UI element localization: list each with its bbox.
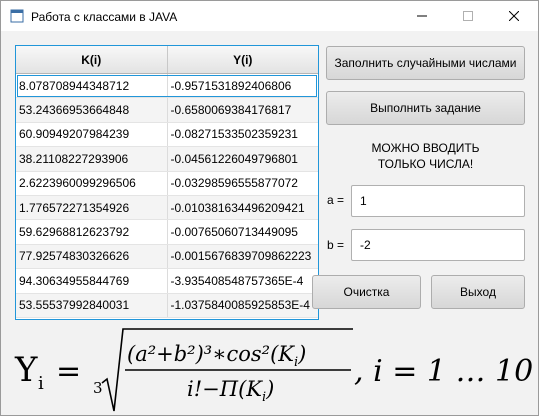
minimize-icon bbox=[417, 15, 427, 17]
cell-k[interactable]: 1.776572271354926 bbox=[16, 196, 167, 219]
cell-y[interactable]: -0.03298596555877072 bbox=[166, 171, 319, 195]
cell-k[interactable]: 59.62968812623792 bbox=[16, 220, 167, 243]
a-label: a = bbox=[327, 193, 345, 207]
cell-y[interactable]: -0.6580069384176817 bbox=[166, 98, 319, 122]
exit-button[interactable]: Выход bbox=[431, 275, 525, 309]
table-row[interactable]: 1.776572271354926 -0.010381634496209421 bbox=[16, 195, 319, 221]
cell-y[interactable]: -0.9571531892406806 bbox=[166, 74, 319, 98]
clear-button[interactable]: Очистка bbox=[312, 275, 421, 309]
table-row[interactable]: 53.24366953664848 -0.6580069384176817 bbox=[16, 98, 319, 123]
cell-y[interactable]: -3.935408548757365E-4 bbox=[166, 269, 319, 293]
cell-k[interactable]: 60.90949207984239 bbox=[16, 123, 167, 146]
formula-range: , i = 1 … 10 bbox=[354, 354, 533, 389]
table-row[interactable]: 77.92574830326626 -0.0015676839709862223 bbox=[16, 244, 319, 270]
maximize-icon bbox=[463, 11, 473, 21]
column-header-k[interactable]: K(i) bbox=[16, 46, 167, 73]
a-input[interactable]: 1 bbox=[351, 185, 525, 217]
fill-random-button[interactable]: Заполнить случайными числами bbox=[326, 46, 525, 80]
cell-k[interactable]: 2.6223960099296506 bbox=[16, 172, 167, 195]
cell-k[interactable]: 8.078708944348712 bbox=[16, 74, 167, 97]
cell-y[interactable]: -0.0015676839709862223 bbox=[166, 244, 319, 269]
formula-denominator: i!−Π(Ki) bbox=[187, 377, 274, 405]
notice-line-2: ТОЛЬКО ЧИСЛА! bbox=[377, 157, 474, 171]
cell-k[interactable]: 53.24366953664848 bbox=[16, 98, 167, 121]
app-window: Работа с классами в JAVA K(i) Y(i) 8.078… bbox=[0, 0, 539, 416]
notice-line-1: МОЖНО ВВОДИТЬ bbox=[371, 141, 480, 155]
cell-y[interactable]: -1.0375840085925853E-4 bbox=[166, 293, 319, 317]
formula-lhs-sub: i bbox=[38, 373, 44, 394]
formula-root-index: 3 bbox=[93, 379, 103, 397]
close-button[interactable] bbox=[491, 1, 537, 31]
formula-equals: = bbox=[56, 354, 81, 389]
title-bar[interactable]: Работа с классами в JAVA bbox=[1, 1, 538, 31]
numbers-only-notice: МОЖНО ВВОДИТЬ ТОЛЬКО ЧИСЛА! bbox=[326, 140, 525, 172]
run-task-button[interactable]: Выполнить задание bbox=[326, 91, 525, 125]
column-header-y[interactable]: Y(i) bbox=[166, 46, 319, 73]
formula-image: Y i = 3 (a²+b²)³∗cos²(Ki) i!−Π(Ki) , i =… bbox=[14, 328, 533, 412]
cell-y[interactable]: -0.00765060713449095 bbox=[166, 220, 319, 244]
table-row[interactable]: 8.078708944348712 -0.9571531892406806 bbox=[16, 74, 319, 99]
formula-lhs: Y bbox=[14, 350, 38, 390]
cell-y[interactable]: -0.04561226049796801 bbox=[166, 147, 319, 171]
table-row[interactable]: 2.6223960099296506 -0.03298596555877072 bbox=[16, 171, 319, 196]
window-title: Работа с классами в JAVA bbox=[31, 10, 178, 24]
cell-k[interactable]: 94.30634955844769 bbox=[16, 269, 167, 292]
b-input[interactable]: -2 bbox=[351, 229, 525, 261]
cell-k[interactable]: 38.21108227293906 bbox=[16, 147, 167, 170]
minimize-button[interactable] bbox=[399, 1, 445, 31]
results-table[interactable]: K(i) Y(i) 8.078708944348712 -0.9571531892… bbox=[15, 45, 319, 320]
cell-k[interactable]: 53.55537992840031 bbox=[16, 294, 167, 317]
b-label: b = bbox=[327, 238, 345, 252]
cell-y[interactable]: -0.010381634496209421 bbox=[166, 195, 319, 220]
close-icon bbox=[509, 11, 519, 21]
formula-numerator: (a²+b²)³∗cos²(Ki) bbox=[127, 342, 306, 370]
java-app-icon bbox=[10, 9, 24, 23]
maximize-button[interactable] bbox=[445, 1, 491, 31]
table-row[interactable]: 60.90949207984239 -0.08271533502359231 bbox=[16, 122, 319, 148]
cell-k[interactable]: 77.92574830326626 bbox=[16, 245, 167, 268]
table-header: K(i) Y(i) bbox=[16, 46, 318, 74]
table-row[interactable]: 38.21108227293906 -0.04561226049796801 bbox=[16, 147, 319, 172]
table-row[interactable]: 59.62968812623792 -0.00765060713449095 bbox=[16, 220, 319, 245]
table-row[interactable]: 53.55537992840031 -1.0375840085925853E-4 bbox=[16, 293, 319, 318]
table-body: 8.078708944348712 -0.9571531892406806 53.2… bbox=[16, 74, 318, 318]
cell-y[interactable]: -0.08271533502359231 bbox=[166, 122, 319, 147]
table-row[interactable]: 94.30634955844769 -3.935408548757365E-4 bbox=[16, 269, 319, 294]
